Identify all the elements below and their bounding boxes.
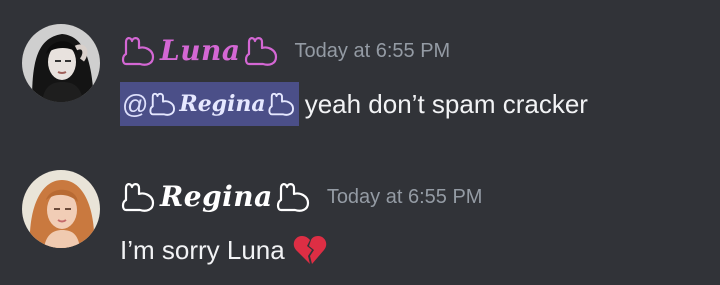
username-regina[interactable]: Regina xyxy=(160,183,273,211)
message-header: Luna Today at 6:55 PM xyxy=(120,26,450,76)
timestamp: Today at 6:55 PM xyxy=(326,185,483,208)
name-decoration-left-icon xyxy=(120,180,158,214)
broken-heart-icon xyxy=(293,234,327,266)
message-text: yeah don’t spam cracker xyxy=(304,88,588,119)
message-text: I’m sorry Luna xyxy=(120,234,285,265)
avatar-luna[interactable] xyxy=(22,24,100,102)
name-decoration-left-icon xyxy=(120,34,158,68)
name-decoration-right-icon xyxy=(243,34,281,68)
chat-log: Luna Today at 6:55 PM @ Regina yeah don’… xyxy=(0,0,720,285)
avatar-regina-image xyxy=(22,170,100,248)
mention-decoration-left-icon xyxy=(148,89,178,119)
message-header: Regina Today at 6:55 PM xyxy=(120,172,482,222)
message-content: I’m sorry Luna xyxy=(120,228,327,272)
name-decoration-right-icon xyxy=(275,180,313,214)
mention-decoration-right-icon xyxy=(267,89,297,119)
mention-name: Regina xyxy=(179,91,266,117)
avatar-luna-image xyxy=(22,24,100,102)
mention-prefix: @ xyxy=(122,88,149,119)
username-luna[interactable]: Luna xyxy=(160,37,241,65)
avatar-regina[interactable] xyxy=(22,170,100,248)
message-content: @ Regina yeah don’t spam cracker xyxy=(120,82,588,126)
user-mention[interactable]: @ Regina xyxy=(120,82,299,126)
timestamp: Today at 6:55 PM xyxy=(294,39,451,62)
